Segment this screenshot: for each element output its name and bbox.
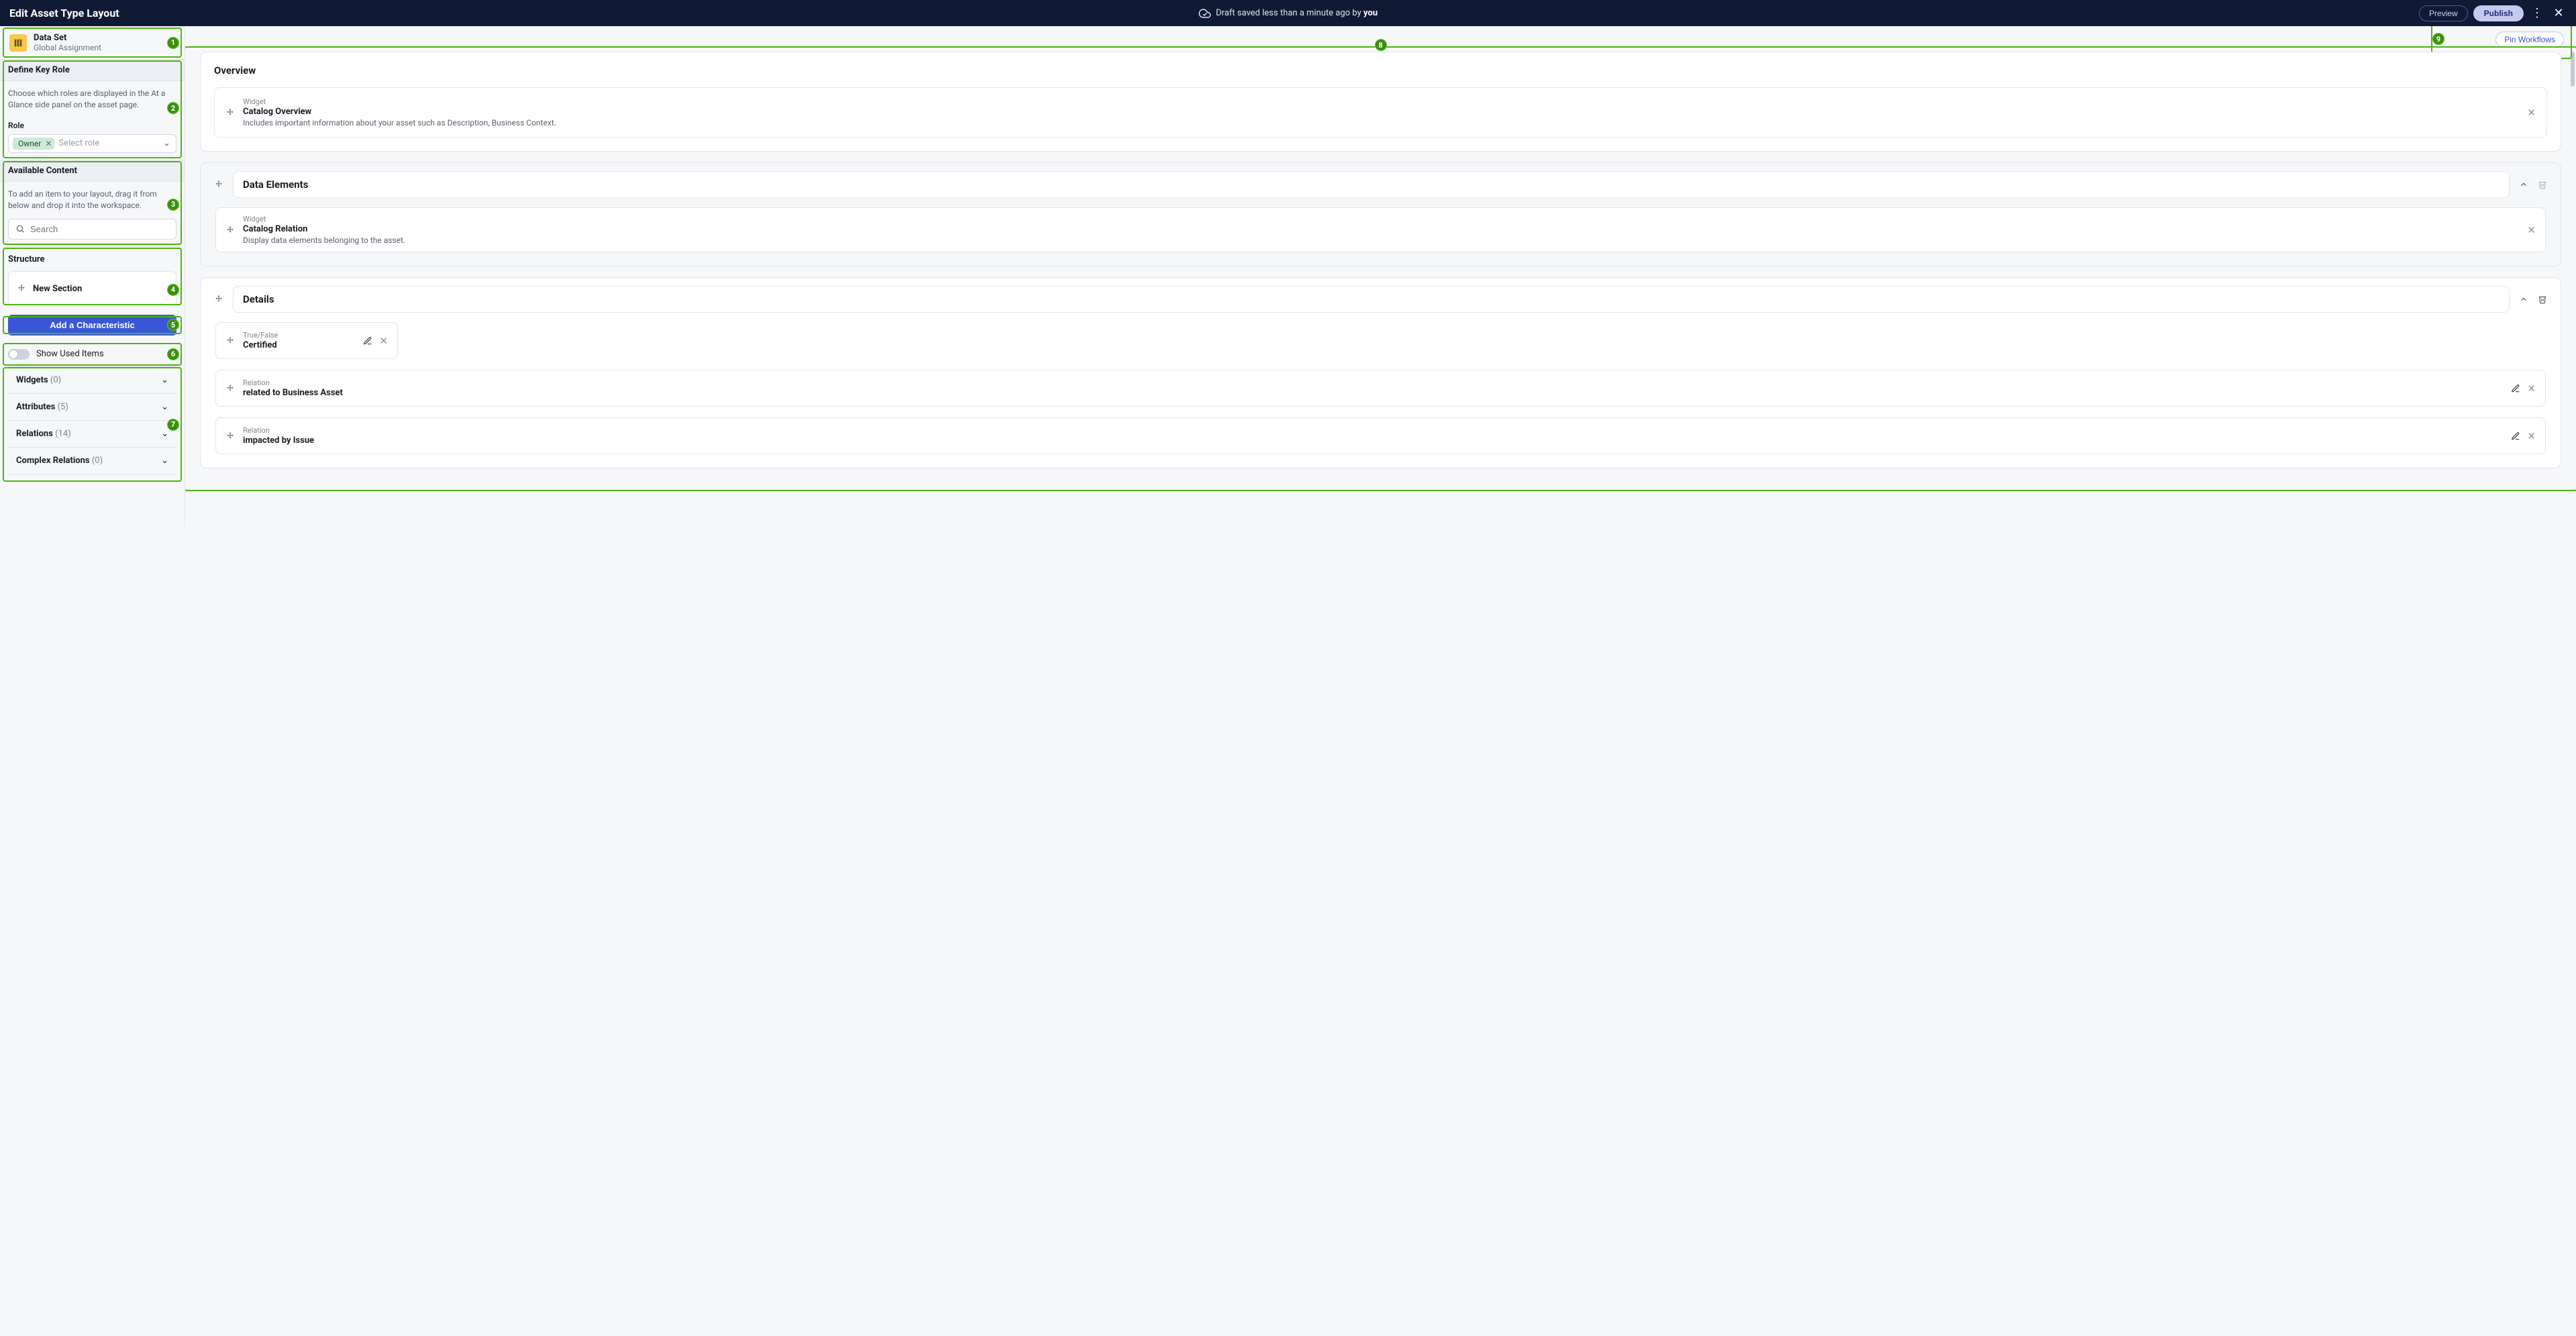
accordion-relations[interactable]: Relations (14) ⌄ — [8, 421, 176, 448]
pin-workflows-button[interactable]: Pin Workflows — [2495, 32, 2564, 48]
new-section-label: New Section — [33, 284, 82, 294]
widget-catalog-overview[interactable]: Widget Catalog Overview Includes importa… — [214, 87, 2547, 138]
asset-header: Data Set Global Assignment — [0, 26, 185, 59]
app-body: Data Set Global Assignment 1 Define Key … — [0, 26, 2576, 526]
detail-title: related to Business Asset — [243, 388, 343, 398]
remove-widget-icon[interactable]: ✕ — [2527, 107, 2536, 119]
draft-status: Draft saved less than a minute ago by yo… — [1198, 7, 1378, 19]
drag-icon[interactable] — [225, 108, 235, 117]
sidebar: Data Set Global Assignment 1 Define Key … — [0, 26, 185, 526]
close-button[interactable]: ✕ — [2551, 5, 2567, 21]
chevron-down-icon: ⌄ — [161, 429, 168, 439]
widget-catalog-relation[interactable]: Widget Catalog Relation Display data ele… — [215, 207, 2546, 252]
chevron-down-icon: ⌄ — [161, 375, 168, 385]
widget-title: Catalog Overview — [243, 107, 556, 117]
delete-icon[interactable] — [2538, 180, 2547, 189]
publish-button[interactable]: Publish — [2473, 5, 2524, 21]
search-input[interactable] — [30, 224, 169, 234]
edit-icon[interactable] — [2511, 431, 2520, 441]
chevron-down-icon: ⌄ — [163, 138, 170, 148]
delete-icon[interactable] — [2538, 295, 2547, 304]
detail-item-related-business-asset[interactable]: Relation related to Business Asset ✕ — [215, 370, 2546, 407]
preview-button[interactable]: Preview — [2419, 5, 2468, 21]
available-content-helper: To add an item to your layout, drag it f… — [8, 189, 176, 212]
detail-title: Certified — [243, 340, 278, 350]
detail-item-impacted-by-issue[interactable]: Relation impacted by Issue ✕ — [215, 417, 2546, 454]
detail-kind: Relation — [243, 378, 343, 387]
detail-kind: True/False — [243, 331, 278, 340]
drag-icon[interactable] — [214, 180, 223, 189]
header-actions: Preview Publish ⋮ ✕ — [2419, 5, 2567, 21]
role-placeholder: Select role — [58, 138, 159, 148]
drag-icon[interactable] — [225, 431, 235, 441]
section-title-details[interactable]: Details — [233, 286, 2510, 313]
accordion-complex-relations[interactable]: Complex Relations (0) ⌄ — [8, 448, 176, 474]
role-select[interactable]: Owner ✕ Select role ⌄ — [8, 134, 176, 153]
dataset-icon — [9, 34, 27, 52]
widget-desc: Display data elements belonging to the a… — [243, 236, 405, 245]
drag-icon[interactable] — [225, 225, 235, 235]
edit-icon[interactable] — [2511, 384, 2520, 393]
collapse-icon[interactable] — [2519, 180, 2528, 189]
new-section-card[interactable]: New Section — [8, 271, 176, 307]
more-menu-button[interactable]: ⋮ — [2529, 5, 2545, 21]
chevron-down-icon: ⌄ — [161, 456, 168, 466]
collapse-icon[interactable] — [2519, 295, 2528, 304]
define-key-role-helper: Choose which roles are displayed in the … — [8, 88, 176, 111]
section-data-elements: Data Elements — [200, 162, 2561, 266]
search-icon — [15, 224, 25, 234]
section-details: Details — [200, 277, 2561, 468]
widget-kind: Widget — [243, 97, 556, 106]
section-overview-title: Overview — [201, 52, 2561, 87]
show-used-items-row[interactable]: Show Used Items — [0, 342, 185, 366]
kebab-icon: ⋮ — [2531, 6, 2543, 20]
section-overview: Overview Widget Catalog Overview Include… — [200, 52, 2561, 152]
available-content-header: Available Content — [0, 160, 185, 182]
close-icon: ✕ — [2553, 6, 2563, 20]
drag-icon[interactable] — [225, 384, 235, 393]
page-title: Edit Asset Type Layout — [9, 7, 119, 19]
app-header: Edit Asset Type Layout Draft saved less … — [0, 0, 2576, 26]
search-box[interactable] — [8, 219, 176, 240]
accordion-widgets[interactable]: Widgets (0) ⌄ — [8, 366, 176, 394]
main-canvas-area: Pin Workflows 9 Overview Widget — [185, 26, 2576, 526]
widget-title: Catalog Relation — [243, 224, 405, 234]
drag-icon — [17, 284, 26, 293]
edit-icon[interactable] — [363, 336, 372, 346]
role-label: Role — [8, 121, 176, 130]
widget-desc: Includes important information about you… — [243, 118, 556, 127]
accordion-attributes[interactable]: Attributes (5) ⌄ — [8, 394, 176, 421]
draft-author: you — [1363, 8, 1378, 18]
detail-title: impacted by Issue — [243, 435, 314, 446]
show-used-items-toggle[interactable] — [8, 349, 30, 360]
detail-kind: Relation — [243, 426, 314, 435]
cloud-icon — [1198, 7, 1210, 19]
remove-chip-icon[interactable]: ✕ — [45, 139, 52, 148]
show-used-items-label: Show Used Items — [36, 349, 104, 359]
role-chip-owner[interactable]: Owner ✕ — [13, 138, 54, 150]
remove-icon[interactable]: ✕ — [2527, 382, 2536, 395]
draft-status-text: Draft saved less than a minute ago by — [1216, 8, 1363, 18]
drag-icon[interactable] — [214, 295, 223, 304]
asset-name: Data Set — [34, 33, 101, 43]
structure-heading: Structure — [0, 246, 185, 271]
widget-kind: Widget — [243, 215, 405, 223]
remove-icon[interactable]: ✕ — [2527, 430, 2536, 442]
define-key-role-header: Define Key Role — [0, 59, 185, 81]
remove-widget-icon[interactable]: ✕ — [2527, 224, 2536, 236]
asset-assignment: Global Assignment — [34, 43, 101, 52]
section-title-data-elements[interactable]: Data Elements — [233, 171, 2510, 198]
chevron-down-icon: ⌄ — [161, 402, 168, 412]
add-characteristic-button[interactable]: Add a Characteristic — [8, 315, 176, 336]
drag-icon[interactable] — [225, 336, 235, 346]
detail-item-certified[interactable]: True/False Certified ✕ — [215, 322, 398, 359]
remove-icon[interactable]: ✕ — [379, 335, 388, 347]
